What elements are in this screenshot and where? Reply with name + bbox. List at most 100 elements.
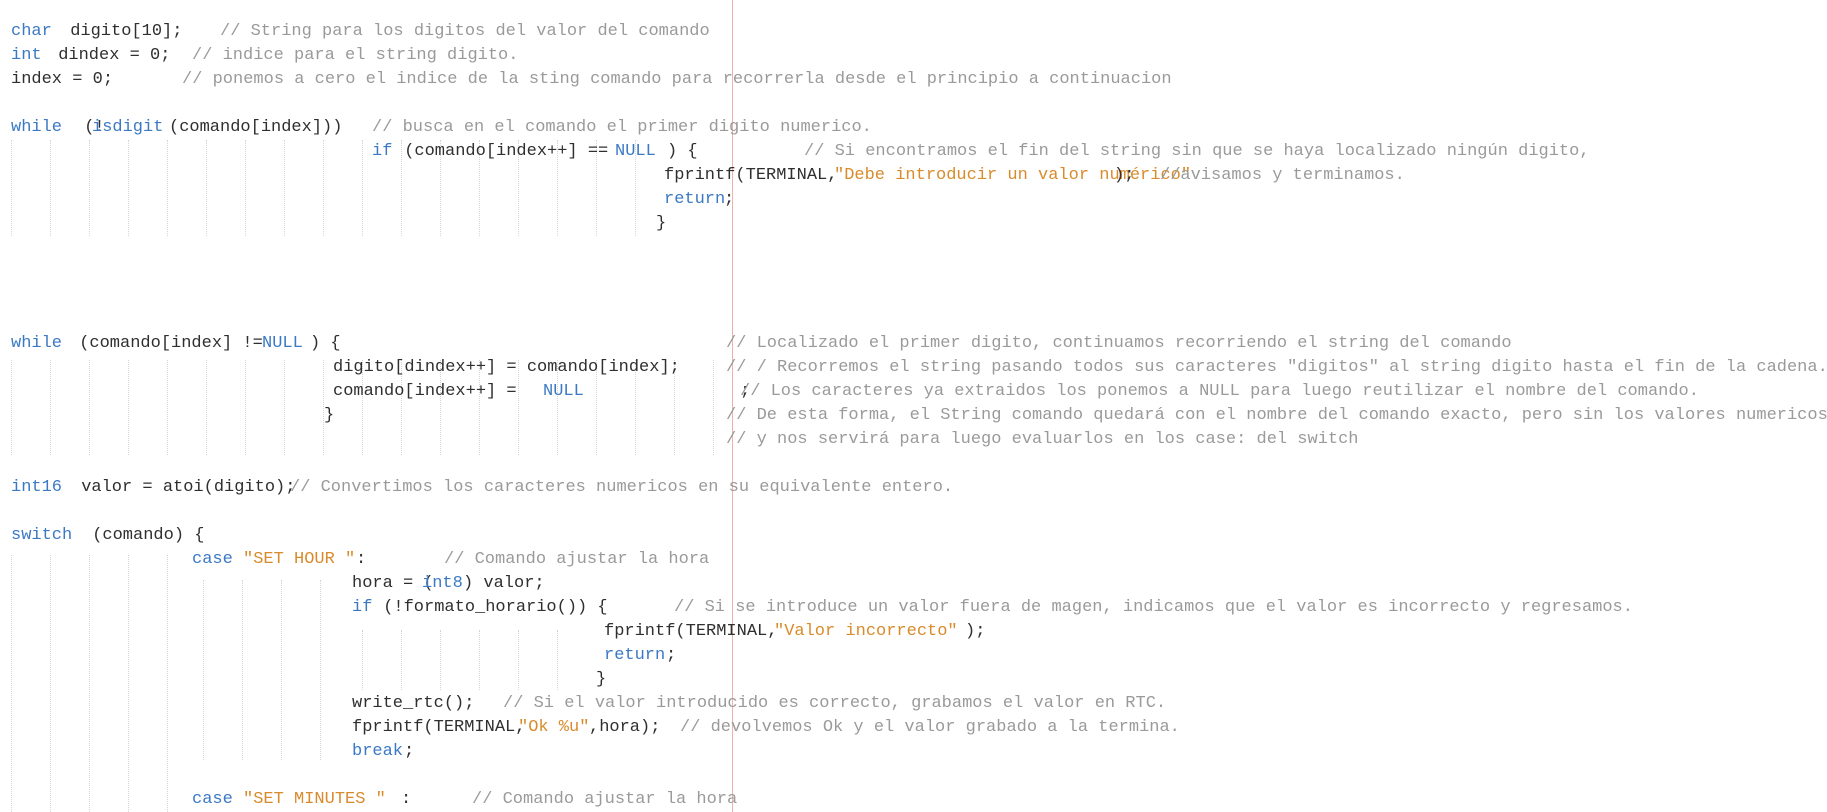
code-line[interactable]: digito[dindex++] = comando[index]; // / R…: [0, 356, 1827, 380]
code-keyword: case: [192, 550, 233, 569]
code-comment: // devolvemos Ok y el valor grabado a la…: [680, 718, 1180, 737]
code-line[interactable]: }: [0, 212, 1827, 236]
code-keyword: case: [192, 790, 233, 809]
code-line[interactable]: [0, 308, 1827, 332]
code-line[interactable]: case "SET MINUTES ": // Comando ajustar l…: [0, 788, 1827, 812]
code-line[interactable]: [0, 452, 1827, 476]
code-text: }: [596, 670, 607, 689]
code-text: ) {: [667, 142, 698, 161]
code-keyword: return: [604, 646, 666, 665]
code-text: index = 0;: [11, 70, 114, 89]
code-line[interactable]: return;: [0, 644, 1827, 668]
code-text: digito[10];: [60, 22, 183, 41]
code-text: (comando[index] !=: [69, 334, 274, 353]
code-keyword: if: [372, 142, 393, 161]
code-string: "Valor incorrecto": [774, 622, 958, 641]
code-line[interactable]: // y nos servirá para luego evaluarlos e…: [0, 428, 1827, 452]
code-keyword: while: [11, 118, 63, 137]
code-line[interactable]: comando[index++] = NULL;// Los caractere…: [0, 380, 1827, 404]
code-text: (comando[index++] ==: [394, 142, 619, 161]
code-keyword: break: [352, 742, 404, 761]
code-comment: // Si el valor introducido es correcto, …: [503, 694, 1167, 713]
code-line[interactable]: index = 0; // ponemos a cero el indice de…: [0, 68, 1827, 92]
code-line[interactable]: char digito[10]; // String para los digit…: [0, 20, 1827, 44]
code-line[interactable]: break;: [0, 740, 1827, 764]
code-text: valor = atoi(digito);: [71, 478, 306, 497]
code-text: }: [324, 406, 335, 425]
code-line[interactable]: [0, 764, 1827, 788]
code-keyword: NULL: [543, 382, 584, 401]
code-string: "Ok %u": [518, 718, 590, 737]
code-line[interactable]: return;: [0, 188, 1827, 212]
code-text: ) {: [310, 334, 341, 353]
code-comment: // String para los digitos del valor del…: [220, 22, 710, 41]
code-comment: // ponemos a cero el indice de la sting …: [182, 70, 1172, 89]
code-text: ;: [404, 742, 415, 761]
code-text: (comando) {: [82, 526, 205, 545]
code-comment: // Convertimos los caracteres numericos …: [290, 478, 954, 497]
code-line[interactable]: if (comando[index++] == NULL ) { // Si enc…: [0, 140, 1827, 164]
code-line[interactable]: while (! isdigit (comando[index]))// busca…: [0, 116, 1827, 140]
code-keyword: char: [11, 22, 52, 41]
code-comment: // Si encontramos el fin del string sin …: [804, 142, 1590, 161]
code-line[interactable]: hora = (int8) valor;: [0, 572, 1827, 596]
code-keyword: while: [11, 334, 63, 353]
code-text: }: [656, 214, 667, 233]
code-line[interactable]: int dindex = 0; // indice para el string …: [0, 44, 1827, 68]
code-editor[interactable]: char digito[10]; // String para los digit…: [0, 0, 1827, 812]
code-comment: // y nos servirá para luego evaluarlos e…: [726, 430, 1359, 449]
code-comment: // Localizado el primer digito, continua…: [726, 334, 1512, 353]
code-line[interactable]: [0, 500, 1827, 524]
code-keyword: NULL: [615, 142, 656, 161]
code-text: comando[index++] =: [333, 382, 527, 401]
code-text: ,hora);: [589, 718, 671, 737]
code-line[interactable]: while (comando[index] != NULL ) { // Local…: [0, 332, 1827, 356]
code-keyword: switch: [11, 526, 73, 545]
code-text: ) valor;: [463, 574, 545, 593]
code-line[interactable]: fprintf(TERMINAL, "Ok %u" ,hora); // devol…: [0, 716, 1827, 740]
code-line[interactable]: write_rtc(); // Si el valor introducido e…: [0, 692, 1827, 716]
code-text: ;: [724, 190, 735, 209]
code-text: (comando[index])): [169, 118, 343, 137]
code-text: );: [965, 622, 986, 641]
code-comment: // De esta forma, el String comando qued…: [726, 406, 1827, 425]
code-line[interactable]: int16 valor = atoi(digito); // Convertim…: [0, 476, 1827, 500]
code-line[interactable]: } // De esta forma, el String comando que…: [0, 404, 1827, 428]
code-text: fprintf(TERMINAL,: [352, 718, 526, 737]
code-line[interactable]: fprintf(TERMINAL, "Valor incorrecto");: [0, 620, 1827, 644]
code-comment: // / Recorremos el string pasando todos …: [726, 358, 1827, 377]
code-line[interactable]: case "SET HOUR ": // Comando ajustar la h…: [0, 548, 1827, 572]
code-line[interactable]: [0, 260, 1827, 284]
code-text: ;: [666, 646, 677, 665]
code-comment: // Comando ajustar la hora: [444, 550, 710, 569]
code-line[interactable]: switch (comando) {: [0, 524, 1827, 548]
code-line[interactable]: if (!formato_horario()) { // Si se introd…: [0, 596, 1827, 620]
code-keyword: isdigit: [92, 118, 164, 137]
code-line[interactable]: [0, 284, 1827, 308]
code-text: fprintf(TERMINAL,: [664, 166, 838, 185]
code-keyword: int16: [11, 478, 63, 497]
code-text: write_rtc();: [352, 694, 475, 713]
code-string: "SET HOUR ": [243, 550, 356, 569]
code-keyword: NULL: [262, 334, 303, 353]
code-text: :: [401, 790, 412, 809]
code-keyword: int: [11, 46, 42, 65]
code-text: );: [1114, 166, 1145, 185]
code-comment: // Los caracteres ya extraidos los ponem…: [740, 382, 1699, 401]
code-text: :: [356, 550, 367, 569]
code-comment: // Si se introduce un valor fuera de mag…: [674, 598, 1633, 617]
code-line[interactable]: [0, 236, 1827, 260]
code-string: "SET MINUTES ": [243, 790, 386, 809]
code-line[interactable]: fprintf(TERMINAL, "Debe introducir un val…: [0, 164, 1827, 188]
code-keyword: if: [352, 598, 373, 617]
code-comment: // busca en el comando el primer digito …: [372, 118, 872, 137]
code-comment: // indice para el string digito.: [192, 46, 519, 65]
code-text: dindex = 0;: [48, 46, 171, 65]
code-line[interactable]: [0, 92, 1827, 116]
code-text: digito[dindex++] = comando[index];: [333, 358, 680, 377]
code-text: fprintf(TERMINAL,: [604, 622, 778, 641]
code-keyword: return: [664, 190, 726, 209]
code-line[interactable]: }: [0, 668, 1827, 692]
code-comment: // Comando ajustar la hora: [472, 790, 738, 809]
code-text: (!formato_horario()) {: [373, 598, 608, 617]
